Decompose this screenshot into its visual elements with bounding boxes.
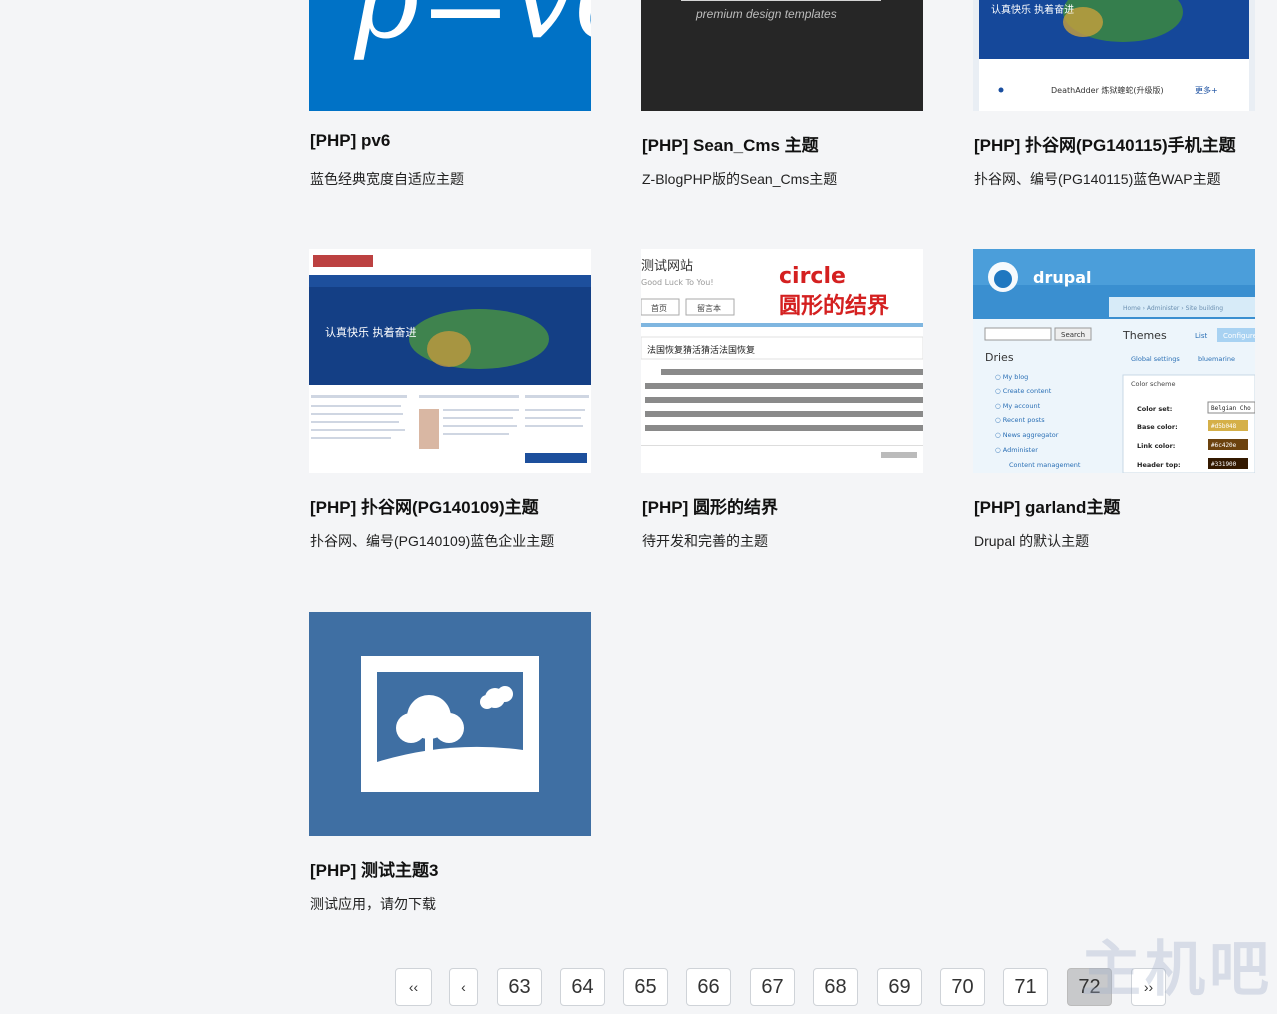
banner-text: 认真快乐 执着奋进 bbox=[325, 325, 417, 339]
subtab-global: Global settings bbox=[1131, 355, 1180, 363]
logo-cn: 圆形的结界 bbox=[779, 293, 889, 319]
scheme-row-value: #6c420e bbox=[1211, 442, 1237, 449]
pugu-wap-thumbnail-art: 认真快乐 执着奋进 DeathAdder 炼狱蝰蛇(升级版) 更多+ bbox=[979, 0, 1249, 111]
drupal-nav-link: ○ Create content bbox=[995, 387, 1052, 395]
sean-thumbnail-art: premium design templates bbox=[681, 0, 881, 21]
nav-bar bbox=[309, 275, 591, 287]
theme-thumbnail[interactable]: 认真快乐 执着奋进 DeathAdder 炼狱蝰蛇(升级版) 更多+ bbox=[973, 0, 1255, 111]
scheme-row-value: #331900 bbox=[1211, 461, 1237, 468]
pv6-thumbnail-art: p=v6 bbox=[349, 0, 591, 63]
theme-title[interactable]: [PHP] 圆形的结界 bbox=[642, 493, 778, 518]
tab-list: List bbox=[1195, 332, 1207, 340]
page-button[interactable]: 66 bbox=[686, 968, 731, 1006]
tab-configure: Configure bbox=[1223, 332, 1255, 340]
theme-description: 蓝色经典宽度自适应主题 bbox=[310, 171, 464, 187]
svg-text:首页: 首页 bbox=[651, 303, 667, 313]
content-columns bbox=[311, 395, 589, 449]
theme-description: 待开发和完善的主题 bbox=[642, 533, 768, 549]
site-name: 测试网站 bbox=[641, 259, 693, 274]
theme-thumbnail[interactable]: 测试网站 Good Luck To You! circle 圆形的结界 首页 留… bbox=[641, 249, 923, 473]
pugu-corp-thumbnail-art: 认真快乐 执着奋进 bbox=[309, 255, 591, 463]
theme-title[interactable]: [PHP] 扑谷网(PG140109)主题 bbox=[310, 493, 539, 518]
drupal-nav-link: Content management bbox=[1009, 461, 1081, 469]
theme-title[interactable]: [PHP] 扑谷网(PG140115)手机主题 bbox=[974, 131, 1236, 156]
drupal-brand: drupal bbox=[1033, 268, 1091, 287]
page-button[interactable]: 70 bbox=[940, 968, 985, 1006]
logo-en: circle bbox=[779, 264, 846, 289]
page-button[interactable]: 63 bbox=[497, 968, 542, 1006]
theme-title[interactable]: [PHP] garland主题 bbox=[974, 493, 1120, 518]
tagline: premium design templates bbox=[695, 7, 837, 21]
theme-thumbnail[interactable]: p=v6 bbox=[309, 0, 591, 111]
breadcrumb: Home › Administer › Site building bbox=[1123, 305, 1223, 312]
scheme-row-label: Base color: bbox=[1137, 423, 1178, 431]
theme-title[interactable]: [PHP] pv6 bbox=[310, 131, 390, 151]
scheme-row-label: Link color: bbox=[1137, 442, 1175, 450]
image-placeholder-icon bbox=[361, 656, 539, 792]
post-title: 法国恢复猜活猜活法国恢复 bbox=[647, 344, 755, 356]
theme-description: Z-BlogPHP版的Sean_Cms主题 bbox=[642, 171, 838, 187]
theme-title[interactable]: [PHP] 测试主题3 bbox=[310, 856, 438, 881]
page-button[interactable]: 65 bbox=[623, 968, 668, 1006]
drupal-nav-link: ○ My account bbox=[995, 402, 1041, 410]
nav-links: ○ My blog ○ Create content ○ My account … bbox=[995, 373, 1081, 469]
corp-logo bbox=[313, 255, 373, 267]
theme-thumbnail[interactable] bbox=[309, 612, 591, 836]
drupal-nav-link: ○ My blog bbox=[995, 373, 1028, 381]
drupal-thumbnail-art: drupal Home › Administer › Site building… bbox=[973, 249, 1255, 473]
theme-title[interactable]: [PHP] Sean_Cms 主题 bbox=[642, 131, 819, 156]
site-tagline: Good Luck To You! bbox=[641, 278, 714, 287]
scheme-row-value: #d5b048 bbox=[1211, 423, 1237, 430]
post-body-lines bbox=[645, 369, 923, 431]
block-title: Dries bbox=[985, 351, 1014, 364]
subtab-bluemarine: bluemarine bbox=[1198, 355, 1235, 363]
page-title: Themes bbox=[1122, 329, 1167, 342]
pv6-logo-text: p=v6 bbox=[349, 0, 591, 63]
prev-page-button[interactable]: ‹ bbox=[449, 968, 478, 1006]
first-page-button[interactable]: ‹‹ bbox=[395, 968, 432, 1006]
scheme-row-label: Header top: bbox=[1137, 461, 1181, 469]
page-button[interactable]: 64 bbox=[560, 968, 605, 1006]
drupal-nav-link: ○ Administer bbox=[995, 446, 1038, 454]
drupal-nav-link: ○ News aggregator bbox=[995, 431, 1059, 439]
page-button[interactable]: 67 bbox=[750, 968, 795, 1006]
theme-thumbnail[interactable]: premium design templates bbox=[641, 0, 923, 111]
page-button[interactable]: 68 bbox=[813, 968, 858, 1006]
theme-description: Drupal 的默认主题 bbox=[974, 533, 1090, 549]
scheme-label: Color scheme bbox=[1131, 380, 1175, 388]
svg-text:Search: Search bbox=[1061, 331, 1085, 339]
more-link: 更多+ bbox=[1195, 85, 1218, 95]
scheme-row-label: Color set: bbox=[1137, 405, 1172, 413]
world-map bbox=[409, 309, 549, 369]
page-button[interactable]: 69 bbox=[877, 968, 922, 1006]
scheme-row-value: Belgian Cho bbox=[1211, 405, 1251, 412]
product-caption: DeathAdder 炼狱蝰蛇(升级版) bbox=[1051, 85, 1164, 95]
theme-thumbnail[interactable]: 认真快乐 执着奋进 bbox=[309, 249, 591, 473]
circle-thumbnail-art: 测试网站 Good Luck To You! circle 圆形的结界 首页 留… bbox=[641, 259, 923, 458]
drupal-nav-link: ○ Recent posts bbox=[995, 416, 1045, 424]
theme-description: 扑谷网、编号(PG140115)蓝色WAP主题 bbox=[974, 171, 1221, 187]
page-button[interactable]: 71 bbox=[1003, 968, 1048, 1006]
banner-text: 认真快乐 执着奋进 bbox=[991, 3, 1074, 16]
search-input bbox=[984, 327, 1052, 341]
svg-text:留言本: 留言本 bbox=[697, 303, 721, 313]
theme-description: 测试应用，请勿下载 bbox=[310, 896, 436, 912]
theme-description: 扑谷网、编号(PG140109)蓝色企业主题 bbox=[310, 533, 555, 549]
logo-fragment bbox=[681, 0, 881, 1]
site-watermark: 主机吧 bbox=[1081, 935, 1273, 1005]
theme-thumbnail[interactable]: drupal Home › Administer › Site building… bbox=[973, 249, 1255, 473]
